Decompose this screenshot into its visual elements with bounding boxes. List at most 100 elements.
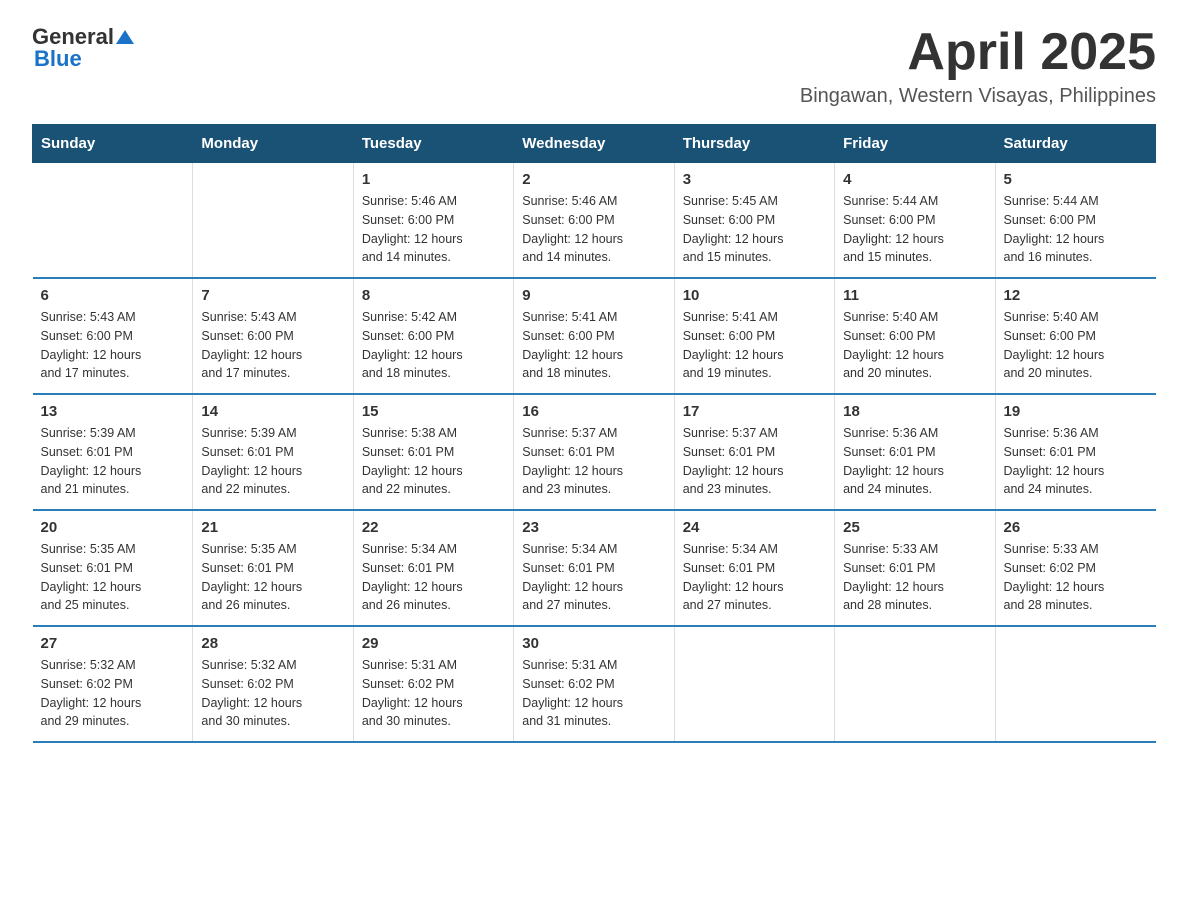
day-info: Sunrise: 5:40 AM Sunset: 6:00 PM Dayligh… <box>843 308 986 383</box>
logo-blue-text: Blue <box>32 46 82 72</box>
location-title: Bingawan, Western Visayas, Philippines <box>800 85 1156 108</box>
calendar-cell <box>193 163 353 279</box>
day-info: Sunrise: 5:32 AM Sunset: 6:02 PM Dayligh… <box>41 656 185 731</box>
day-number: 9 <box>522 287 665 304</box>
day-number: 29 <box>362 635 505 652</box>
calendar-cell: 13 Sunrise: 5:39 AM Sunset: 6:01 PM Dayli… <box>33 394 193 510</box>
calendar-cell: 24 Sunrise: 5:34 AM Sunset: 6:01 PM Dayli… <box>674 510 834 626</box>
calendar-cell: 12 Sunrise: 5:40 AM Sunset: 6:00 PM Dayli… <box>995 278 1155 394</box>
day-number: 21 <box>201 519 344 536</box>
page-header: General Blue April 2025 Bingawan, Wester… <box>32 24 1156 108</box>
day-info: Sunrise: 5:36 AM Sunset: 6:01 PM Dayligh… <box>1004 424 1148 499</box>
calendar-header-thursday: Thursday <box>674 125 834 163</box>
calendar-cell: 19 Sunrise: 5:36 AM Sunset: 6:01 PM Dayli… <box>995 394 1155 510</box>
day-info: Sunrise: 5:39 AM Sunset: 6:01 PM Dayligh… <box>201 424 344 499</box>
day-number: 2 <box>522 171 665 188</box>
logo: General Blue <box>32 24 134 72</box>
calendar-header-saturday: Saturday <box>995 125 1155 163</box>
calendar-cell: 25 Sunrise: 5:33 AM Sunset: 6:01 PM Dayli… <box>835 510 995 626</box>
day-info: Sunrise: 5:43 AM Sunset: 6:00 PM Dayligh… <box>201 308 344 383</box>
calendar-cell: 16 Sunrise: 5:37 AM Sunset: 6:01 PM Dayli… <box>514 394 674 510</box>
day-info: Sunrise: 5:31 AM Sunset: 6:02 PM Dayligh… <box>522 656 665 731</box>
day-info: Sunrise: 5:40 AM Sunset: 6:00 PM Dayligh… <box>1004 308 1148 383</box>
calendar-cell: 21 Sunrise: 5:35 AM Sunset: 6:01 PM Dayli… <box>193 510 353 626</box>
calendar-cell: 20 Sunrise: 5:35 AM Sunset: 6:01 PM Dayli… <box>33 510 193 626</box>
calendar-cell: 4Sunrise: 5:44 AM Sunset: 6:00 PM Daylig… <box>835 163 995 279</box>
day-number: 30 <box>522 635 665 652</box>
day-number: 4 <box>843 171 986 188</box>
day-number: 12 <box>1004 287 1148 304</box>
day-info: Sunrise: 5:32 AM Sunset: 6:02 PM Dayligh… <box>201 656 344 731</box>
calendar-cell: 22 Sunrise: 5:34 AM Sunset: 6:01 PM Dayli… <box>353 510 513 626</box>
day-info: Sunrise: 5:43 AM Sunset: 6:00 PM Dayligh… <box>41 308 185 383</box>
calendar-cell: 8 Sunrise: 5:42 AM Sunset: 6:00 PM Daylig… <box>353 278 513 394</box>
calendar-cell: 26 Sunrise: 5:33 AM Sunset: 6:02 PM Dayli… <box>995 510 1155 626</box>
calendar-row-3: 20 Sunrise: 5:35 AM Sunset: 6:01 PM Dayli… <box>33 510 1156 626</box>
calendar-cell: 18Sunrise: 5:36 AM Sunset: 6:01 PM Dayli… <box>835 394 995 510</box>
calendar-row-2: 13 Sunrise: 5:39 AM Sunset: 6:01 PM Dayli… <box>33 394 1156 510</box>
day-number: 1 <box>362 171 505 188</box>
day-info: Sunrise: 5:36 AM Sunset: 6:01 PM Dayligh… <box>843 424 986 499</box>
day-number: 24 <box>683 519 826 536</box>
day-info: Sunrise: 5:44 AM Sunset: 6:00 PM Dayligh… <box>1004 192 1148 267</box>
title-block: April 2025 Bingawan, Western Visayas, Ph… <box>800 24 1156 108</box>
calendar-cell: 23 Sunrise: 5:34 AM Sunset: 6:01 PM Dayli… <box>514 510 674 626</box>
day-number: 16 <box>522 403 665 420</box>
day-number: 3 <box>683 171 826 188</box>
calendar-cell: 3 Sunrise: 5:45 AM Sunset: 6:00 PM Daylig… <box>674 163 834 279</box>
calendar-cell: 14Sunrise: 5:39 AM Sunset: 6:01 PM Dayli… <box>193 394 353 510</box>
day-number: 7 <box>201 287 344 304</box>
calendar-row-1: 6 Sunrise: 5:43 AM Sunset: 6:00 PM Daylig… <box>33 278 1156 394</box>
day-info: Sunrise: 5:45 AM Sunset: 6:00 PM Dayligh… <box>683 192 826 267</box>
day-info: Sunrise: 5:34 AM Sunset: 6:01 PM Dayligh… <box>522 540 665 615</box>
day-info: Sunrise: 5:37 AM Sunset: 6:01 PM Dayligh… <box>683 424 826 499</box>
day-info: Sunrise: 5:35 AM Sunset: 6:01 PM Dayligh… <box>41 540 185 615</box>
calendar-cell: 7 Sunrise: 5:43 AM Sunset: 6:00 PM Daylig… <box>193 278 353 394</box>
day-info: Sunrise: 5:33 AM Sunset: 6:02 PM Dayligh… <box>1004 540 1148 615</box>
calendar-header-friday: Friday <box>835 125 995 163</box>
calendar-cell: 17Sunrise: 5:37 AM Sunset: 6:01 PM Dayli… <box>674 394 834 510</box>
day-number: 23 <box>522 519 665 536</box>
day-info: Sunrise: 5:41 AM Sunset: 6:00 PM Dayligh… <box>522 308 665 383</box>
day-info: Sunrise: 5:46 AM Sunset: 6:00 PM Dayligh… <box>362 192 505 267</box>
calendar-row-4: 27 Sunrise: 5:32 AM Sunset: 6:02 PM Dayli… <box>33 626 1156 742</box>
calendar-cell: 15Sunrise: 5:38 AM Sunset: 6:01 PM Dayli… <box>353 394 513 510</box>
calendar-cell: 30 Sunrise: 5:31 AM Sunset: 6:02 PM Dayli… <box>514 626 674 742</box>
day-info: Sunrise: 5:31 AM Sunset: 6:02 PM Dayligh… <box>362 656 505 731</box>
calendar-cell: 2 Sunrise: 5:46 AM Sunset: 6:00 PM Daylig… <box>514 163 674 279</box>
day-number: 11 <box>843 287 986 304</box>
day-info: Sunrise: 5:33 AM Sunset: 6:01 PM Dayligh… <box>843 540 986 615</box>
calendar-table: SundayMondayTuesdayWednesdayThursdayFrid… <box>32 124 1156 743</box>
day-number: 27 <box>41 635 185 652</box>
day-info: Sunrise: 5:37 AM Sunset: 6:01 PM Dayligh… <box>522 424 665 499</box>
day-number: 26 <box>1004 519 1148 536</box>
day-number: 28 <box>201 635 344 652</box>
calendar-cell: 10Sunrise: 5:41 AM Sunset: 6:00 PM Dayli… <box>674 278 834 394</box>
day-number: 20 <box>41 519 185 536</box>
day-info: Sunrise: 5:39 AM Sunset: 6:01 PM Dayligh… <box>41 424 185 499</box>
calendar-cell: 6 Sunrise: 5:43 AM Sunset: 6:00 PM Daylig… <box>33 278 193 394</box>
day-number: 6 <box>41 287 185 304</box>
day-number: 10 <box>683 287 826 304</box>
calendar-cell: 9 Sunrise: 5:41 AM Sunset: 6:00 PM Daylig… <box>514 278 674 394</box>
calendar-row-0: 1 Sunrise: 5:46 AM Sunset: 6:00 PM Daylig… <box>33 163 1156 279</box>
day-number: 22 <box>362 519 505 536</box>
day-number: 13 <box>41 403 185 420</box>
calendar-cell: 28 Sunrise: 5:32 AM Sunset: 6:02 PM Dayli… <box>193 626 353 742</box>
day-info: Sunrise: 5:46 AM Sunset: 6:00 PM Dayligh… <box>522 192 665 267</box>
calendar-header-wednesday: Wednesday <box>514 125 674 163</box>
calendar-cell: 1 Sunrise: 5:46 AM Sunset: 6:00 PM Daylig… <box>353 163 513 279</box>
calendar-cell <box>995 626 1155 742</box>
calendar-header-row: SundayMondayTuesdayWednesdayThursdayFrid… <box>33 125 1156 163</box>
calendar-header-monday: Monday <box>193 125 353 163</box>
day-info: Sunrise: 5:42 AM Sunset: 6:00 PM Dayligh… <box>362 308 505 383</box>
day-number: 8 <box>362 287 505 304</box>
day-number: 5 <box>1004 171 1148 188</box>
calendar-header-tuesday: Tuesday <box>353 125 513 163</box>
day-info: Sunrise: 5:35 AM Sunset: 6:01 PM Dayligh… <box>201 540 344 615</box>
day-number: 19 <box>1004 403 1148 420</box>
calendar-cell <box>33 163 193 279</box>
day-info: Sunrise: 5:34 AM Sunset: 6:01 PM Dayligh… <box>683 540 826 615</box>
day-number: 25 <box>843 519 986 536</box>
day-info: Sunrise: 5:34 AM Sunset: 6:01 PM Dayligh… <box>362 540 505 615</box>
